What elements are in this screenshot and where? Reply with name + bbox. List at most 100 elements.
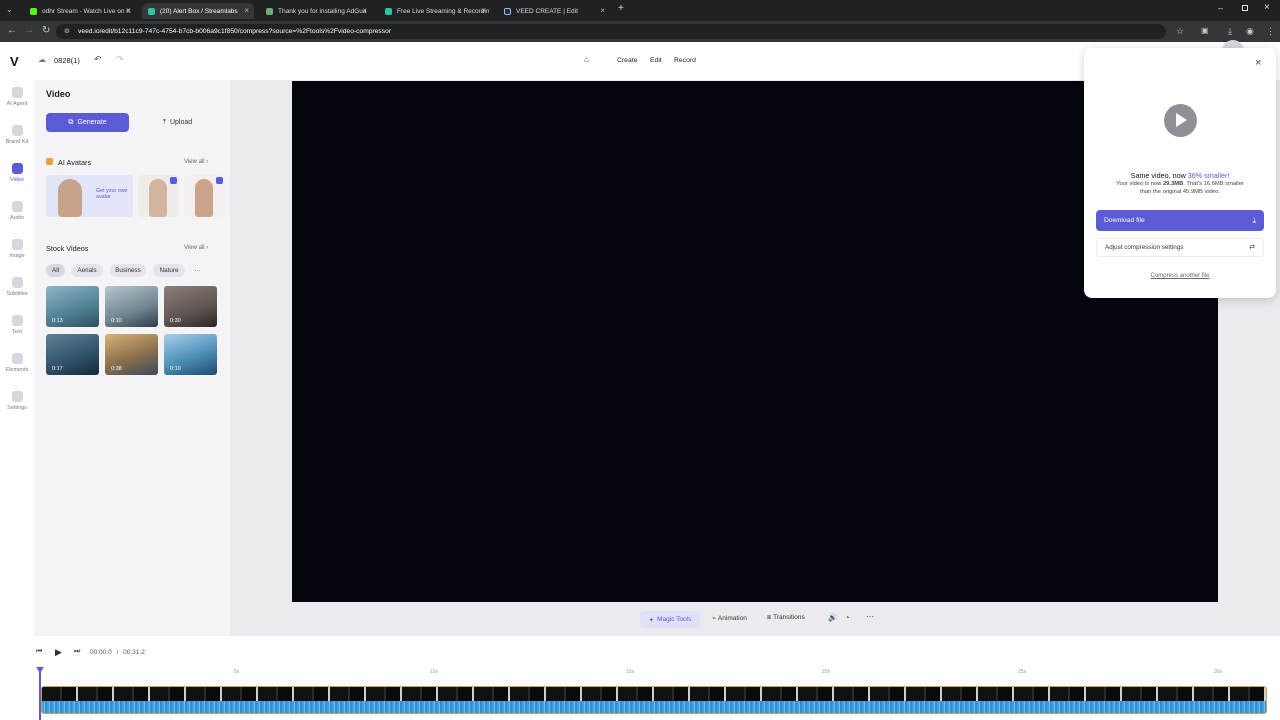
close-window-icon[interactable]: × xyxy=(1264,2,1270,13)
time-readout: 00:00.0 / 00:31.2 xyxy=(90,649,145,656)
filter-business[interactable]: Business xyxy=(110,264,146,277)
new-tab-button[interactable]: + xyxy=(618,3,624,14)
rail-image[interactable]: Image xyxy=(0,239,34,259)
ruler-tick-label: 15s xyxy=(626,669,635,675)
transitions-button[interactable]: ⧈ Transitions xyxy=(767,614,805,622)
magic-tools-button[interactable]: ✦ Magic Tools xyxy=(640,611,700,628)
tab-close-icon[interactable]: × xyxy=(126,6,131,15)
undo-icon[interactable]: ↶ xyxy=(94,54,102,65)
url-text: veed.io/edit/b12c11c9-747c-4754-b7cb-b00… xyxy=(78,28,392,35)
tab-label: odhr Stream - Watch Live on K xyxy=(42,7,131,15)
browser-tab[interactable]: Thank you for installing AdGua × xyxy=(260,3,372,19)
avatar-face xyxy=(58,179,82,217)
veed-logo[interactable]: V xyxy=(10,54,19,69)
stock-video-thumb[interactable]: 0:10 xyxy=(105,286,158,327)
kick-favicon-icon xyxy=(30,7,37,15)
generate-button[interactable]: ⧉ Generate xyxy=(46,113,129,132)
maximize-window-icon[interactable] xyxy=(1242,5,1248,11)
stock-video-thumb[interactable]: 0:38 xyxy=(105,334,158,375)
browser-tab[interactable]: (20) Alert Box / Streamlabs × xyxy=(142,3,254,19)
filter-nature[interactable]: Nature xyxy=(153,264,185,277)
nav-create[interactable]: Create xyxy=(617,57,637,64)
redo-icon[interactable]: ↷ xyxy=(116,54,124,65)
back-icon[interactable]: ← xyxy=(7,25,17,37)
more-options-icon[interactable]: ⋯ xyxy=(866,612,874,621)
tab-label: (20) Alert Box / Streamlabs xyxy=(160,7,238,15)
rail-brand-kit[interactable]: Brand Kit xyxy=(0,125,34,145)
profile-icon[interactable]: ◉ xyxy=(1246,25,1254,37)
minimize-window-icon[interactable]: – xyxy=(1218,3,1223,13)
ai-avatars-view-all[interactable]: View all › xyxy=(184,159,208,165)
avatar-card[interactable] xyxy=(184,175,225,217)
duration-label: 0:17 xyxy=(52,366,63,372)
rail-label: Brand Kit xyxy=(5,139,29,145)
volume-icon[interactable]: 🔊 xyxy=(828,613,837,622)
rail-settings[interactable]: Settings xyxy=(0,391,34,411)
duration-label: 0:30 xyxy=(170,318,181,324)
rail-ai-agent[interactable]: AI Agent xyxy=(0,87,34,107)
rail-elements[interactable]: Elements xyxy=(0,353,34,373)
animation-label: Animation xyxy=(717,615,747,622)
total-time: 00:31.2 xyxy=(123,649,145,656)
video-panel xyxy=(34,80,230,678)
home-icon[interactable]: ⌂ xyxy=(584,55,589,64)
browser-menu-icon[interactable]: ⋮ xyxy=(1266,25,1275,37)
tab-search-icon[interactable]: ⌄ xyxy=(6,5,13,14)
video-canvas[interactable] xyxy=(292,81,1218,602)
stock-videos-title: Stock Videos xyxy=(46,244,89,253)
magic-wand-icon: ✦ xyxy=(648,616,655,624)
stock-video-thumb[interactable]: 0:13 xyxy=(46,286,99,327)
bookmark-star-icon[interactable]: ☆ xyxy=(1176,25,1184,37)
downloads-icon[interactable]: ⤓ xyxy=(1228,25,1232,37)
stock-video-thumb[interactable]: 0:10 xyxy=(164,334,217,375)
result-headline: Same video, now 36% smaller! xyxy=(1084,171,1276,180)
rail-subtitles[interactable]: Subtitles xyxy=(0,277,34,297)
skip-forward-icon[interactable]: ⏭ xyxy=(74,648,80,656)
project-name[interactable]: 0828(1) xyxy=(54,56,80,65)
compress-another-link[interactable]: Compress another file xyxy=(1084,273,1276,279)
browser-tab[interactable]: Free Live Streaming & Recordin × xyxy=(379,3,491,19)
nav-record[interactable]: Record xyxy=(674,57,696,64)
timeline-ruler[interactable]: 5s 10s 15s 20s 25s 30s xyxy=(40,666,1266,678)
speed-icon[interactable]: ◔ xyxy=(845,613,850,622)
stock-video-thumb[interactable]: 0:17 xyxy=(46,334,99,375)
browser-tab[interactable]: odhr Stream - Watch Live on K × xyxy=(24,3,136,19)
tab-close-icon[interactable]: × xyxy=(600,6,605,15)
skip-back-icon[interactable]: ⏮ xyxy=(36,648,42,656)
upload-button[interactable]: ⤒ Upload xyxy=(136,113,219,132)
nav-edit[interactable]: Edit xyxy=(650,57,662,64)
duration-label: 0:38 xyxy=(111,366,122,372)
animation-button[interactable]: ⌁ Animation xyxy=(712,614,747,622)
stock-videos-view-all[interactable]: View all › xyxy=(184,245,208,251)
duration-label: 0:10 xyxy=(111,318,122,324)
reload-icon[interactable]: ↻ xyxy=(42,25,50,37)
premium-badge-icon xyxy=(170,177,177,184)
browser-tab[interactable]: VEED CREATE | Edit × xyxy=(498,3,610,19)
forward-icon[interactable]: → xyxy=(24,25,34,37)
play-icon[interactable]: ▶ xyxy=(55,647,62,658)
rail-text[interactable]: Text xyxy=(0,315,34,335)
stock-video-thumb[interactable]: 0:30 xyxy=(164,286,217,327)
download-file-button[interactable]: Download file ⤓ xyxy=(1096,210,1264,231)
filter-all[interactable]: All xyxy=(46,264,65,277)
extensions-icon[interactable]: ▣ xyxy=(1201,25,1209,37)
address-bar[interactable]: ⚙ veed.io/edit/b12c11c9-747c-4754-b7cb-b… xyxy=(56,24,1166,39)
adjust-compression-button[interactable]: Adjust compression settings ⇄ xyxy=(1096,238,1264,257)
tab-close-icon[interactable]: × xyxy=(481,6,486,15)
close-icon[interactable]: × xyxy=(1255,57,1261,69)
video-preview-play-icon[interactable] xyxy=(1164,104,1197,137)
avatar-promo-card[interactable]: Get your own avatar xyxy=(46,175,133,217)
tab-close-icon[interactable]: × xyxy=(244,6,249,15)
animation-icon: ⌁ xyxy=(712,615,716,622)
site-info-icon[interactable]: ⚙ xyxy=(64,24,70,39)
filter-aerials[interactable]: Aerials xyxy=(71,264,103,277)
rail-audio[interactable]: Audio xyxy=(0,201,34,221)
avatar-card[interactable] xyxy=(138,175,179,217)
tab-close-icon[interactable]: × xyxy=(362,6,367,15)
rail-video[interactable]: Video xyxy=(0,163,34,183)
rail-label: Audio xyxy=(9,215,25,221)
filter-more[interactable]: ··· xyxy=(190,264,205,277)
ruler-tick-label: 10s xyxy=(430,669,439,675)
avatar-figure xyxy=(149,179,167,217)
video-track-clip[interactable] xyxy=(41,686,1267,714)
